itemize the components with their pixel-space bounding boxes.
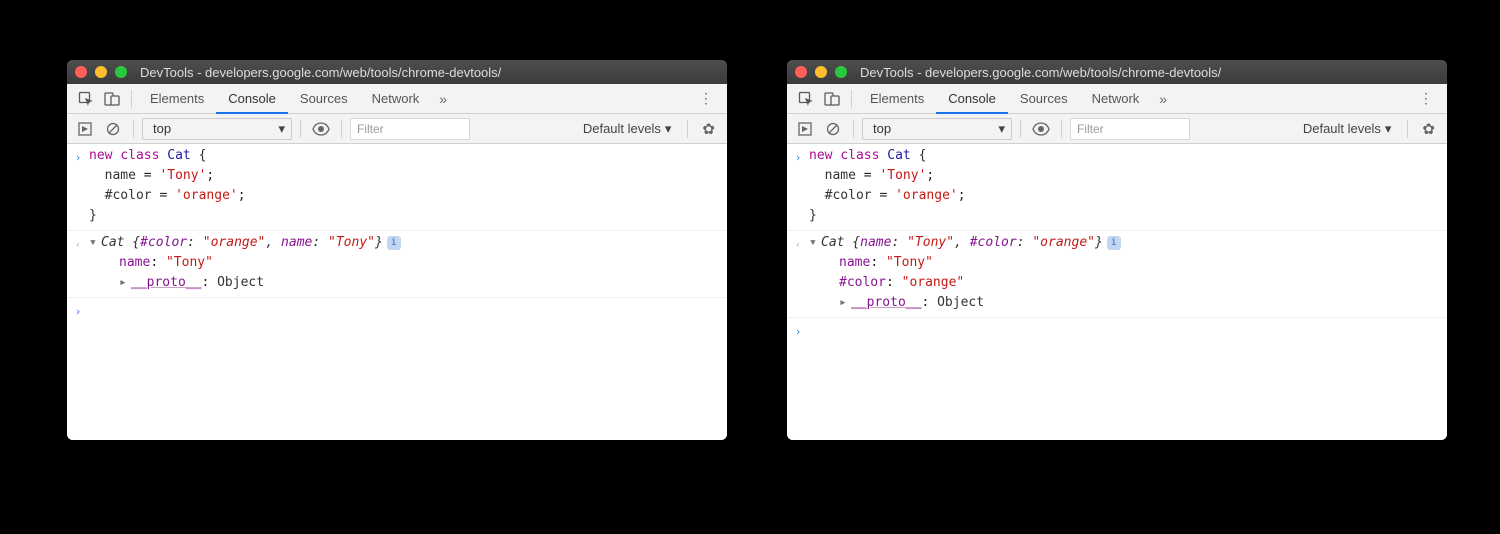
info-badge-icon[interactable]: i bbox=[387, 236, 401, 250]
tab-network[interactable]: Network bbox=[360, 84, 432, 114]
more-tabs-icon[interactable]: » bbox=[431, 91, 455, 107]
divider bbox=[687, 120, 688, 138]
console-input-row: › new class Cat { name = 'Tony'; #color … bbox=[787, 144, 1447, 231]
code-input: new class Cat { name = 'Tony'; #color = … bbox=[89, 146, 727, 226]
titlebar[interactable]: DevTools - developers.google.com/web/too… bbox=[787, 60, 1447, 84]
divider bbox=[341, 120, 342, 138]
more-tabs-icon[interactable]: » bbox=[1151, 91, 1175, 107]
code-input: new class Cat { name = 'Tony'; #color = … bbox=[809, 146, 1447, 226]
toggle-sidebar-icon[interactable] bbox=[73, 117, 97, 141]
clear-console-icon[interactable] bbox=[821, 117, 845, 141]
console-prompt-row[interactable]: › bbox=[787, 318, 1447, 346]
tab-elements[interactable]: Elements bbox=[858, 84, 936, 114]
log-levels-dropdown[interactable]: Default levels ▾ bbox=[575, 121, 680, 137]
clear-console-icon[interactable] bbox=[101, 117, 125, 141]
zoom-icon[interactable] bbox=[115, 66, 127, 78]
console-prompt-row[interactable]: › bbox=[67, 298, 727, 326]
console-settings-icon[interactable]: ✿ bbox=[696, 120, 721, 138]
devtools-window: DevTools - developers.google.com/web/too… bbox=[787, 60, 1447, 440]
close-icon[interactable] bbox=[795, 66, 807, 78]
device-toolbar-icon[interactable] bbox=[819, 89, 845, 109]
console-toolbar: top ▾ Filter Default levels ▾ ✿ bbox=[787, 114, 1447, 144]
dropdown-arrow-icon: ▾ bbox=[998, 121, 1005, 137]
context-selector[interactable]: top ▾ bbox=[862, 118, 1012, 140]
minimize-icon[interactable] bbox=[815, 66, 827, 78]
console-toolbar: top ▾ Filter Default levels ▾ ✿ bbox=[67, 114, 727, 144]
levels-label: Default levels bbox=[1303, 121, 1381, 136]
minimize-icon[interactable] bbox=[95, 66, 107, 78]
divider bbox=[300, 120, 301, 138]
toggle-sidebar-icon[interactable] bbox=[793, 117, 817, 141]
console-output[interactable]: › new class Cat { name = 'Tony'; #color … bbox=[67, 144, 727, 440]
dropdown-arrow-icon: ▾ bbox=[665, 121, 672, 137]
traffic-lights bbox=[75, 66, 127, 78]
tab-console[interactable]: Console bbox=[936, 84, 1008, 114]
filter-input[interactable]: Filter bbox=[1070, 118, 1190, 140]
console-output-row: ‹ ▾Cat {name: "Tony", #color: "orange"}i… bbox=[787, 231, 1447, 318]
filter-input[interactable]: Filter bbox=[350, 118, 470, 140]
settings-menu-icon[interactable]: ⋮ bbox=[691, 90, 721, 107]
titlebar[interactable]: DevTools - developers.google.com/web/too… bbox=[67, 60, 727, 84]
divider bbox=[851, 90, 852, 108]
console-output-row: ‹ ▾Cat {#color: "orange", name: "Tony"}i… bbox=[67, 231, 727, 298]
divider bbox=[1061, 120, 1062, 138]
dropdown-arrow-icon: ▾ bbox=[1385, 121, 1392, 137]
console-input[interactable] bbox=[809, 320, 1447, 342]
dropdown-arrow-icon: ▾ bbox=[278, 121, 285, 137]
tab-console[interactable]: Console bbox=[216, 84, 288, 114]
result-icon: ‹ bbox=[787, 233, 809, 313]
live-expression-icon[interactable] bbox=[1029, 117, 1053, 141]
result-icon: ‹ bbox=[67, 233, 89, 293]
context-label: top bbox=[153, 121, 171, 136]
tab-sources[interactable]: Sources bbox=[1008, 84, 1080, 114]
inspect-element-icon[interactable] bbox=[73, 89, 99, 109]
close-icon[interactable] bbox=[75, 66, 87, 78]
divider bbox=[131, 90, 132, 108]
prompt-icon: › bbox=[787, 320, 809, 342]
tab-elements[interactable]: Elements bbox=[138, 84, 216, 114]
live-expression-icon[interactable] bbox=[309, 117, 333, 141]
console-settings-icon[interactable]: ✿ bbox=[1416, 120, 1441, 138]
prompt-icon: › bbox=[787, 146, 809, 226]
context-selector[interactable]: top ▾ bbox=[142, 118, 292, 140]
prompt-icon: › bbox=[67, 300, 89, 322]
levels-label: Default levels bbox=[583, 121, 661, 136]
window-title: DevTools - developers.google.com/web/too… bbox=[140, 65, 501, 80]
console-input-row: › new class Cat { name = 'Tony'; #color … bbox=[67, 144, 727, 231]
divider bbox=[1407, 120, 1408, 138]
tab-network[interactable]: Network bbox=[1080, 84, 1152, 114]
filter-placeholder: Filter bbox=[357, 122, 384, 136]
object-tree[interactable]: ▾Cat {#color: "orange", name: "Tony"}i n… bbox=[89, 233, 727, 293]
divider bbox=[1020, 120, 1021, 138]
tab-sources[interactable]: Sources bbox=[288, 84, 360, 114]
settings-menu-icon[interactable]: ⋮ bbox=[1411, 90, 1441, 107]
log-levels-dropdown[interactable]: Default levels ▾ bbox=[1295, 121, 1400, 137]
traffic-lights bbox=[795, 66, 847, 78]
info-badge-icon[interactable]: i bbox=[1107, 236, 1121, 250]
zoom-icon[interactable] bbox=[835, 66, 847, 78]
devtools-window: DevTools - developers.google.com/web/too… bbox=[67, 60, 727, 440]
tab-strip: Elements Console Sources Network » ⋮ bbox=[787, 84, 1447, 114]
divider bbox=[133, 120, 134, 138]
device-toolbar-icon[interactable] bbox=[99, 89, 125, 109]
divider bbox=[853, 120, 854, 138]
inspect-element-icon[interactable] bbox=[793, 89, 819, 109]
console-input[interactable] bbox=[89, 300, 727, 322]
console-output[interactable]: › new class Cat { name = 'Tony'; #color … bbox=[787, 144, 1447, 440]
window-title: DevTools - developers.google.com/web/too… bbox=[860, 65, 1221, 80]
tab-strip: Elements Console Sources Network » ⋮ bbox=[67, 84, 727, 114]
filter-placeholder: Filter bbox=[1077, 122, 1104, 136]
object-tree[interactable]: ▾Cat {name: "Tony", #color: "orange"}i n… bbox=[809, 233, 1447, 313]
context-label: top bbox=[873, 121, 891, 136]
prompt-icon: › bbox=[67, 146, 89, 226]
